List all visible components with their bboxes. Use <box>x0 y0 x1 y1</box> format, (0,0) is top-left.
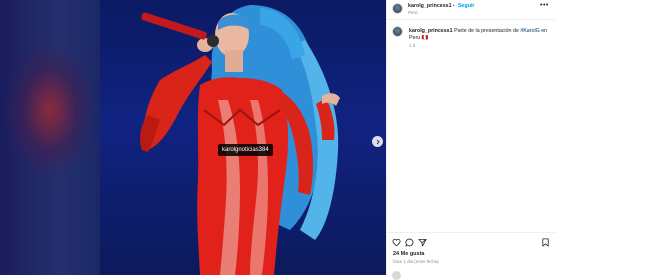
header-divider <box>387 19 555 20</box>
caption-username[interactable]: karolg_princess1 <box>409 28 453 34</box>
next-arrow-button[interactable] <box>372 136 383 147</box>
comment-avatar <box>392 271 401 280</box>
follow-button[interactable]: Seguir <box>458 3 474 9</box>
likes-count[interactable]: 24 Me gusta <box>393 251 424 257</box>
avatar[interactable] <box>392 3 403 14</box>
caption-avatar[interactable] <box>392 26 403 37</box>
chevron-right-icon <box>376 139 380 144</box>
send-icon[interactable] <box>418 238 427 247</box>
heart-icon[interactable] <box>392 238 401 247</box>
blurred-background <box>0 0 100 275</box>
more-horizontal-icon[interactable]: ••• <box>540 2 549 9</box>
post-photo[interactable] <box>100 0 386 275</box>
actions-divider <box>387 232 555 233</box>
media-viewer: karolgnoticias384 <box>0 0 386 275</box>
bookmark-icon[interactable] <box>541 238 550 247</box>
post-header: karolg_princess1 • Seguir Perú ••• <box>387 0 555 19</box>
caption-text-before: Parte de la presentación de <box>454 28 521 34</box>
caption-time: 1 d <box>409 43 416 48</box>
performer-illustration <box>140 5 340 275</box>
user-tag[interactable]: karolgnoticias384 <box>218 144 273 156</box>
caption-hashtag[interactable]: #KarolG <box>520 28 539 34</box>
comment-icon[interactable] <box>405 238 414 247</box>
action-bar <box>392 238 552 248</box>
post-caption: karolg_princess1 Parte de la presentació… <box>409 28 549 42</box>
post-date: hace 1 día (entre fecha) <box>393 259 439 264</box>
header-location[interactable]: Perú <box>408 10 418 15</box>
header-separator: • <box>453 3 455 8</box>
post-side-panel: karolg_princess1 • Seguir Perú ••• karol… <box>386 0 555 280</box>
header-username[interactable]: karolg_princess1 <box>408 3 452 9</box>
